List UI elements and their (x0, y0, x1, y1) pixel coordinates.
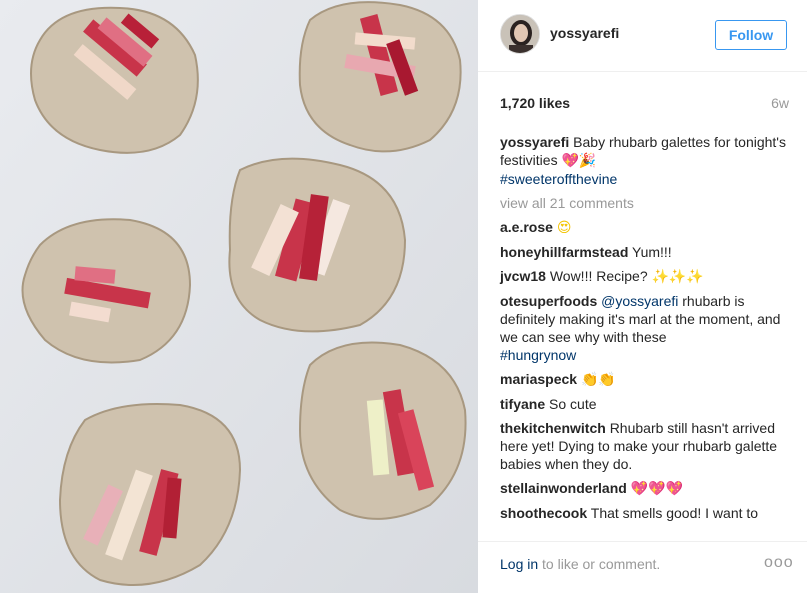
follow-button[interactable]: Follow (715, 20, 787, 50)
post-stats: 1,720 likes 6w (500, 95, 789, 113)
more-options-icon[interactable]: ooo (764, 554, 794, 572)
comment-username[interactable]: mariaspeck (500, 371, 577, 387)
avatar-image (501, 15, 539, 53)
comment-username[interactable]: honeyhillfarmstead (500, 244, 628, 260)
comment-item: stellainwonderland 💖💖💖 (500, 479, 790, 498)
comment-text: Wow!!! Recipe? (549, 268, 648, 284)
comment-hashtag[interactable]: #hungrynow (500, 347, 576, 363)
caption-username[interactable]: yossyarefi (500, 134, 569, 150)
comment-item: otesuperfoods @yossyarefi rhubarb is def… (500, 292, 790, 364)
comment-item: thekitchenwitch Rhubarb still hasn't arr… (500, 419, 790, 473)
post-sidebar: yossyarefi Follow 1,720 likes 6w yossyar… (478, 0, 807, 593)
comment-username[interactable]: a.e.rose (500, 219, 553, 235)
rhubarb-galettes-photo (0, 0, 478, 593)
comment-item: tifyane So cute (500, 395, 790, 413)
comment-mention[interactable]: @yossyarefi (601, 293, 678, 309)
comment-text: That smells good! I want to (590, 505, 759, 521)
post-header: yossyarefi Follow (478, 0, 807, 72)
caption-emoji: 💖🎉 (561, 153, 597, 169)
comment-username[interactable]: tifyane (500, 396, 545, 412)
comment-username[interactable]: otesuperfoods (500, 293, 597, 309)
comment-emoji: 💖💖💖 (630, 481, 683, 497)
comment-username[interactable]: thekitchenwitch (500, 420, 606, 436)
comment-item: shoothecook That smells good! I want to (500, 504, 790, 522)
comment-item: jvcw18 Wow!!! Recipe? ✨✨✨ (500, 267, 790, 286)
comment-text: Yum!!! (632, 244, 672, 260)
comment-item: mariaspeck 👏👏 (500, 370, 790, 389)
login-prompt: Log in to like or comment. (500, 556, 660, 572)
likes-count[interactable]: 1,720 likes (500, 95, 570, 111)
comment-item: honeyhillfarmstead Yum!!! (500, 243, 790, 261)
post-age[interactable]: 6w (771, 95, 789, 111)
comments-list: yossyarefi Baby rhubarb galettes for ton… (500, 133, 790, 528)
caption-hashtag[interactable]: #sweeteroffthevine (500, 171, 617, 187)
comment-emoji: 😍 (556, 220, 572, 236)
comment-item: a.e.rose 😍 (500, 218, 790, 237)
username[interactable]: yossyarefi (550, 25, 619, 41)
comment-username[interactable]: stellainwonderland (500, 480, 627, 496)
comment-text: So cute (549, 396, 597, 412)
avatar[interactable] (500, 14, 540, 54)
caption: yossyarefi Baby rhubarb galettes for ton… (500, 133, 790, 188)
post-photo[interactable] (0, 0, 478, 593)
login-link[interactable]: Log in (500, 556, 538, 572)
view-all-comments-link[interactable]: view all 21 comments (500, 194, 790, 212)
comment-username[interactable]: jvcw18 (500, 268, 546, 284)
login-prompt-text: to like or comment. (538, 556, 661, 572)
comment-username[interactable]: shoothecook (500, 505, 587, 521)
comment-emoji: 👏👏 (580, 372, 616, 388)
post-footer: Log in to like or comment. ooo (478, 541, 807, 593)
comment-emoji: ✨✨✨ (651, 269, 704, 285)
